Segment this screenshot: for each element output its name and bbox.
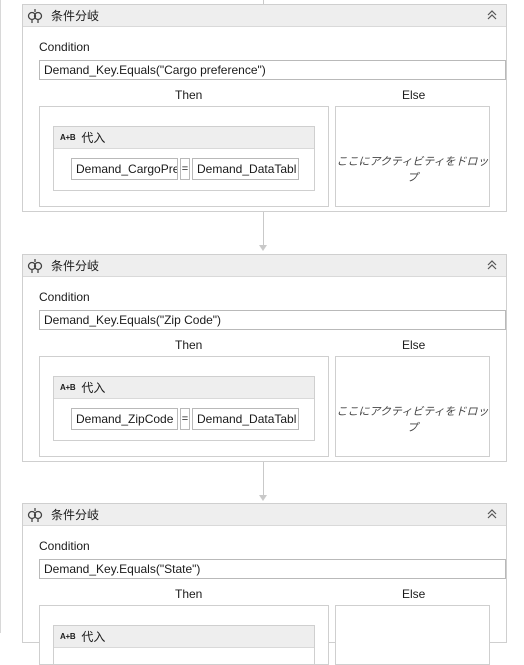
canvas-left-border: [0, 0, 1, 633]
if-activity-1[interactable]: 条件分岐 Condition Demand_Key.Equals("Cargo …: [22, 4, 507, 212]
assign-activity-3-header[interactable]: A+B 代入: [54, 626, 314, 648]
assign-equals-2: =: [180, 408, 190, 430]
condition-label-1: Condition: [39, 40, 90, 54]
condition-label-3: Condition: [39, 539, 90, 553]
connector-line-2: [263, 462, 264, 495]
if-activity-icon: [27, 507, 43, 522]
if-activity-3-title: 条件分岐: [51, 508, 100, 522]
collapse-chevron-up-icon[interactable]: [486, 508, 498, 520]
assign-activity-1[interactable]: A+B 代入 Demand_CargoPre = Demand_DataTabl: [53, 126, 315, 191]
collapse-chevron-up-icon[interactable]: [486, 259, 498, 271]
then-label-3: Then: [175, 587, 203, 601]
else-branch-3[interactable]: [335, 605, 490, 665]
assign-activity-2-title: 代入: [81, 381, 106, 395]
if-activity-3[interactable]: 条件分岐 Condition Demand_Key.Equals("State"…: [22, 503, 507, 665]
if-activity-1-header[interactable]: 条件分岐: [23, 5, 506, 27]
else-branch-2[interactable]: ここにアクティビティをドロップ: [335, 356, 490, 457]
else-label-1: Else: [402, 88, 426, 102]
collapse-chevron-up-icon[interactable]: [486, 9, 498, 21]
then-label-2: Then: [175, 338, 203, 352]
if-activity-icon: [27, 8, 43, 23]
then-label-1: Then: [175, 88, 203, 102]
assign-equals-1: =: [180, 158, 190, 180]
assign-activity-2[interactable]: A+B 代入 Demand_ZipCode = Demand_DataTabl: [53, 376, 315, 441]
assign-activity-1-title: 代入: [81, 131, 106, 145]
assign-icon: A+B: [60, 632, 76, 641]
else-drop-hint-1: ここにアクティビティをドロップ: [336, 156, 489, 184]
if-activity-2-header[interactable]: 条件分岐: [23, 255, 506, 277]
if-activity-3-header[interactable]: 条件分岐: [23, 504, 506, 526]
if-activity-icon: [27, 258, 43, 273]
condition-input-1[interactable]: Demand_Key.Equals("Cargo preference"): [39, 60, 506, 80]
if-activity-1-title: 条件分岐: [51, 9, 100, 23]
then-branch-2[interactable]: A+B 代入 Demand_ZipCode = Demand_DataTabl: [39, 356, 329, 457]
assign-activity-3[interactable]: A+B 代入: [53, 625, 315, 665]
if-activity-2-title: 条件分岐: [51, 259, 100, 273]
assign-target-field-1[interactable]: Demand_CargoPre: [71, 158, 178, 180]
assign-target-field-2[interactable]: Demand_ZipCode: [71, 408, 178, 430]
else-label-3: Else: [402, 587, 426, 601]
condition-input-3[interactable]: Demand_Key.Equals("State"): [39, 559, 506, 579]
else-branch-1[interactable]: ここにアクティビティをドロップ: [335, 106, 490, 207]
condition-input-2[interactable]: Demand_Key.Equals("Zip Code"): [39, 310, 506, 330]
assign-icon: A+B: [60, 383, 76, 392]
condition-label-2: Condition: [39, 290, 90, 304]
assign-icon: A+B: [60, 133, 76, 142]
if-activity-2[interactable]: 条件分岐 Condition Demand_Key.Equals("Zip Co…: [22, 254, 507, 462]
assign-activity-1-header[interactable]: A+B 代入: [54, 127, 314, 149]
then-branch-3[interactable]: A+B 代入: [39, 605, 329, 665]
assign-activity-3-title: 代入: [81, 630, 106, 644]
connector-arrow-1: [259, 245, 267, 251]
else-drop-hint-2: ここにアクティビティをドロップ: [336, 406, 489, 434]
connector-line-1: [263, 212, 264, 245]
else-label-2: Else: [402, 338, 426, 352]
connector-arrow-2: [259, 495, 267, 501]
assign-value-field-2[interactable]: Demand_DataTabl: [192, 408, 299, 430]
assign-value-field-1[interactable]: Demand_DataTabl: [192, 158, 299, 180]
assign-activity-2-header[interactable]: A+B 代入: [54, 377, 314, 399]
then-branch-1[interactable]: A+B 代入 Demand_CargoPre = Demand_DataTabl: [39, 106, 329, 207]
